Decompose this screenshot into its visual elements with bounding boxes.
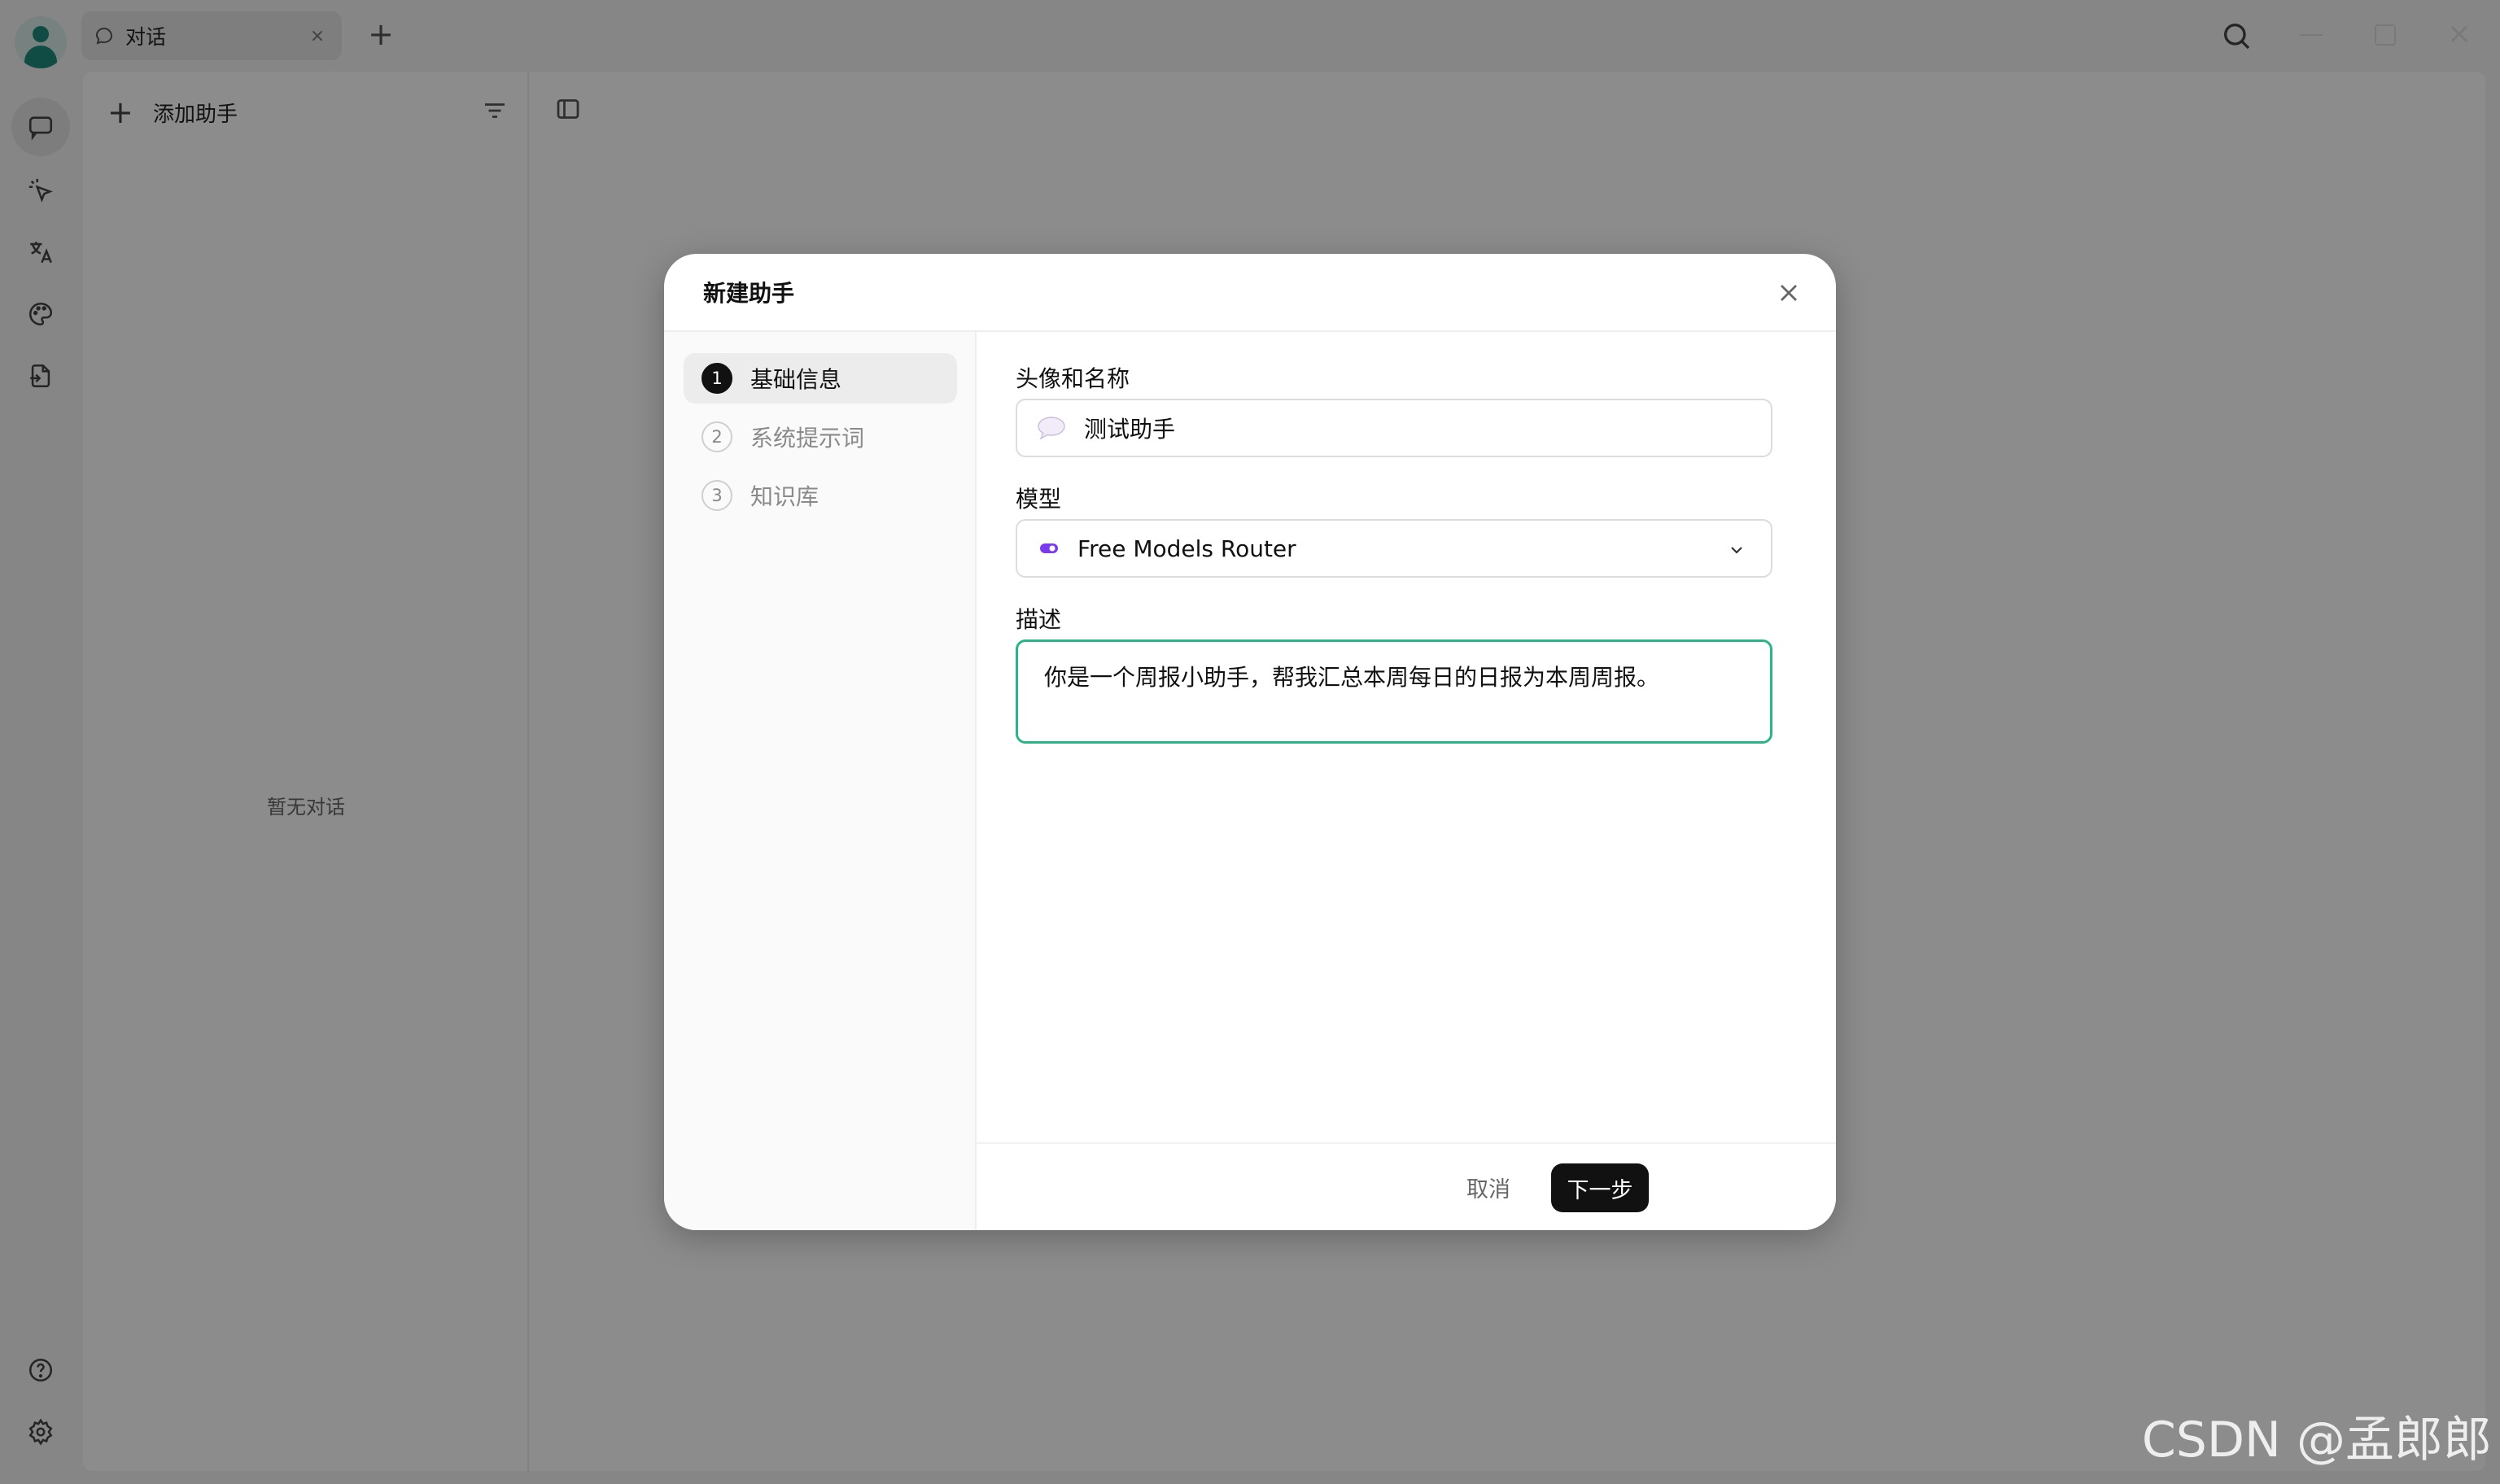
step-system-prompt[interactable]: 2 系统提示词 [684, 412, 957, 462]
description-value: 你是一个周报小助手，帮我汇总本周每日的日报为本周周报。 [1044, 664, 1660, 691]
dialog-footer: 取消 下一步 [977, 1142, 1836, 1230]
model-select[interactable]: Free Models Router [1016, 519, 1772, 578]
step-knowledge-base[interactable]: 3 知识库 [684, 470, 957, 521]
description-field-label: 描述 [1016, 606, 1062, 633]
step-number: 1 [701, 363, 732, 394]
steps-panel: 1 基础信息 2 系统提示词 3 知识库 [664, 332, 977, 1230]
chevron-down-icon [1731, 547, 1742, 554]
speech-balloon-emoji-icon[interactable] [1037, 416, 1066, 440]
name-value: 测试助手 [1084, 416, 1176, 443]
model-value: Free Models Router [1077, 535, 1296, 562]
cancel-button[interactable]: 取消 [1466, 1172, 1510, 1203]
step-number: 3 [701, 480, 732, 511]
dialog-title: 新建助手 [703, 280, 795, 307]
description-textarea[interactable]: 你是一个周报小助手，帮我汇总本周每日的日报为本周周报。 [1016, 639, 1772, 744]
step-number: 2 [701, 421, 732, 452]
new-assistant-dialog: 新建助手 1 基础信息 2 系统提示词 3 知识库 头像和名称 测试助手 模型 [664, 254, 1836, 1230]
dialog-header: 新建助手 [664, 254, 1836, 332]
watermark: CSDN @孟郎郎 [2141, 1412, 2492, 1469]
close-icon[interactable] [1774, 278, 1803, 308]
step-basic-info[interactable]: 1 基础信息 [684, 353, 957, 404]
step-label: 基础信息 [750, 366, 842, 393]
step-label: 知识库 [750, 483, 819, 510]
name-input[interactable]: 测试助手 [1016, 399, 1772, 457]
name-field-label: 头像和名称 [1016, 365, 1130, 392]
next-step-button[interactable]: 下一步 [1551, 1163, 1649, 1212]
model-field-label: 模型 [1016, 486, 1062, 513]
model-provider-icon [1040, 543, 1058, 553]
step-label: 系统提示词 [750, 425, 865, 452]
